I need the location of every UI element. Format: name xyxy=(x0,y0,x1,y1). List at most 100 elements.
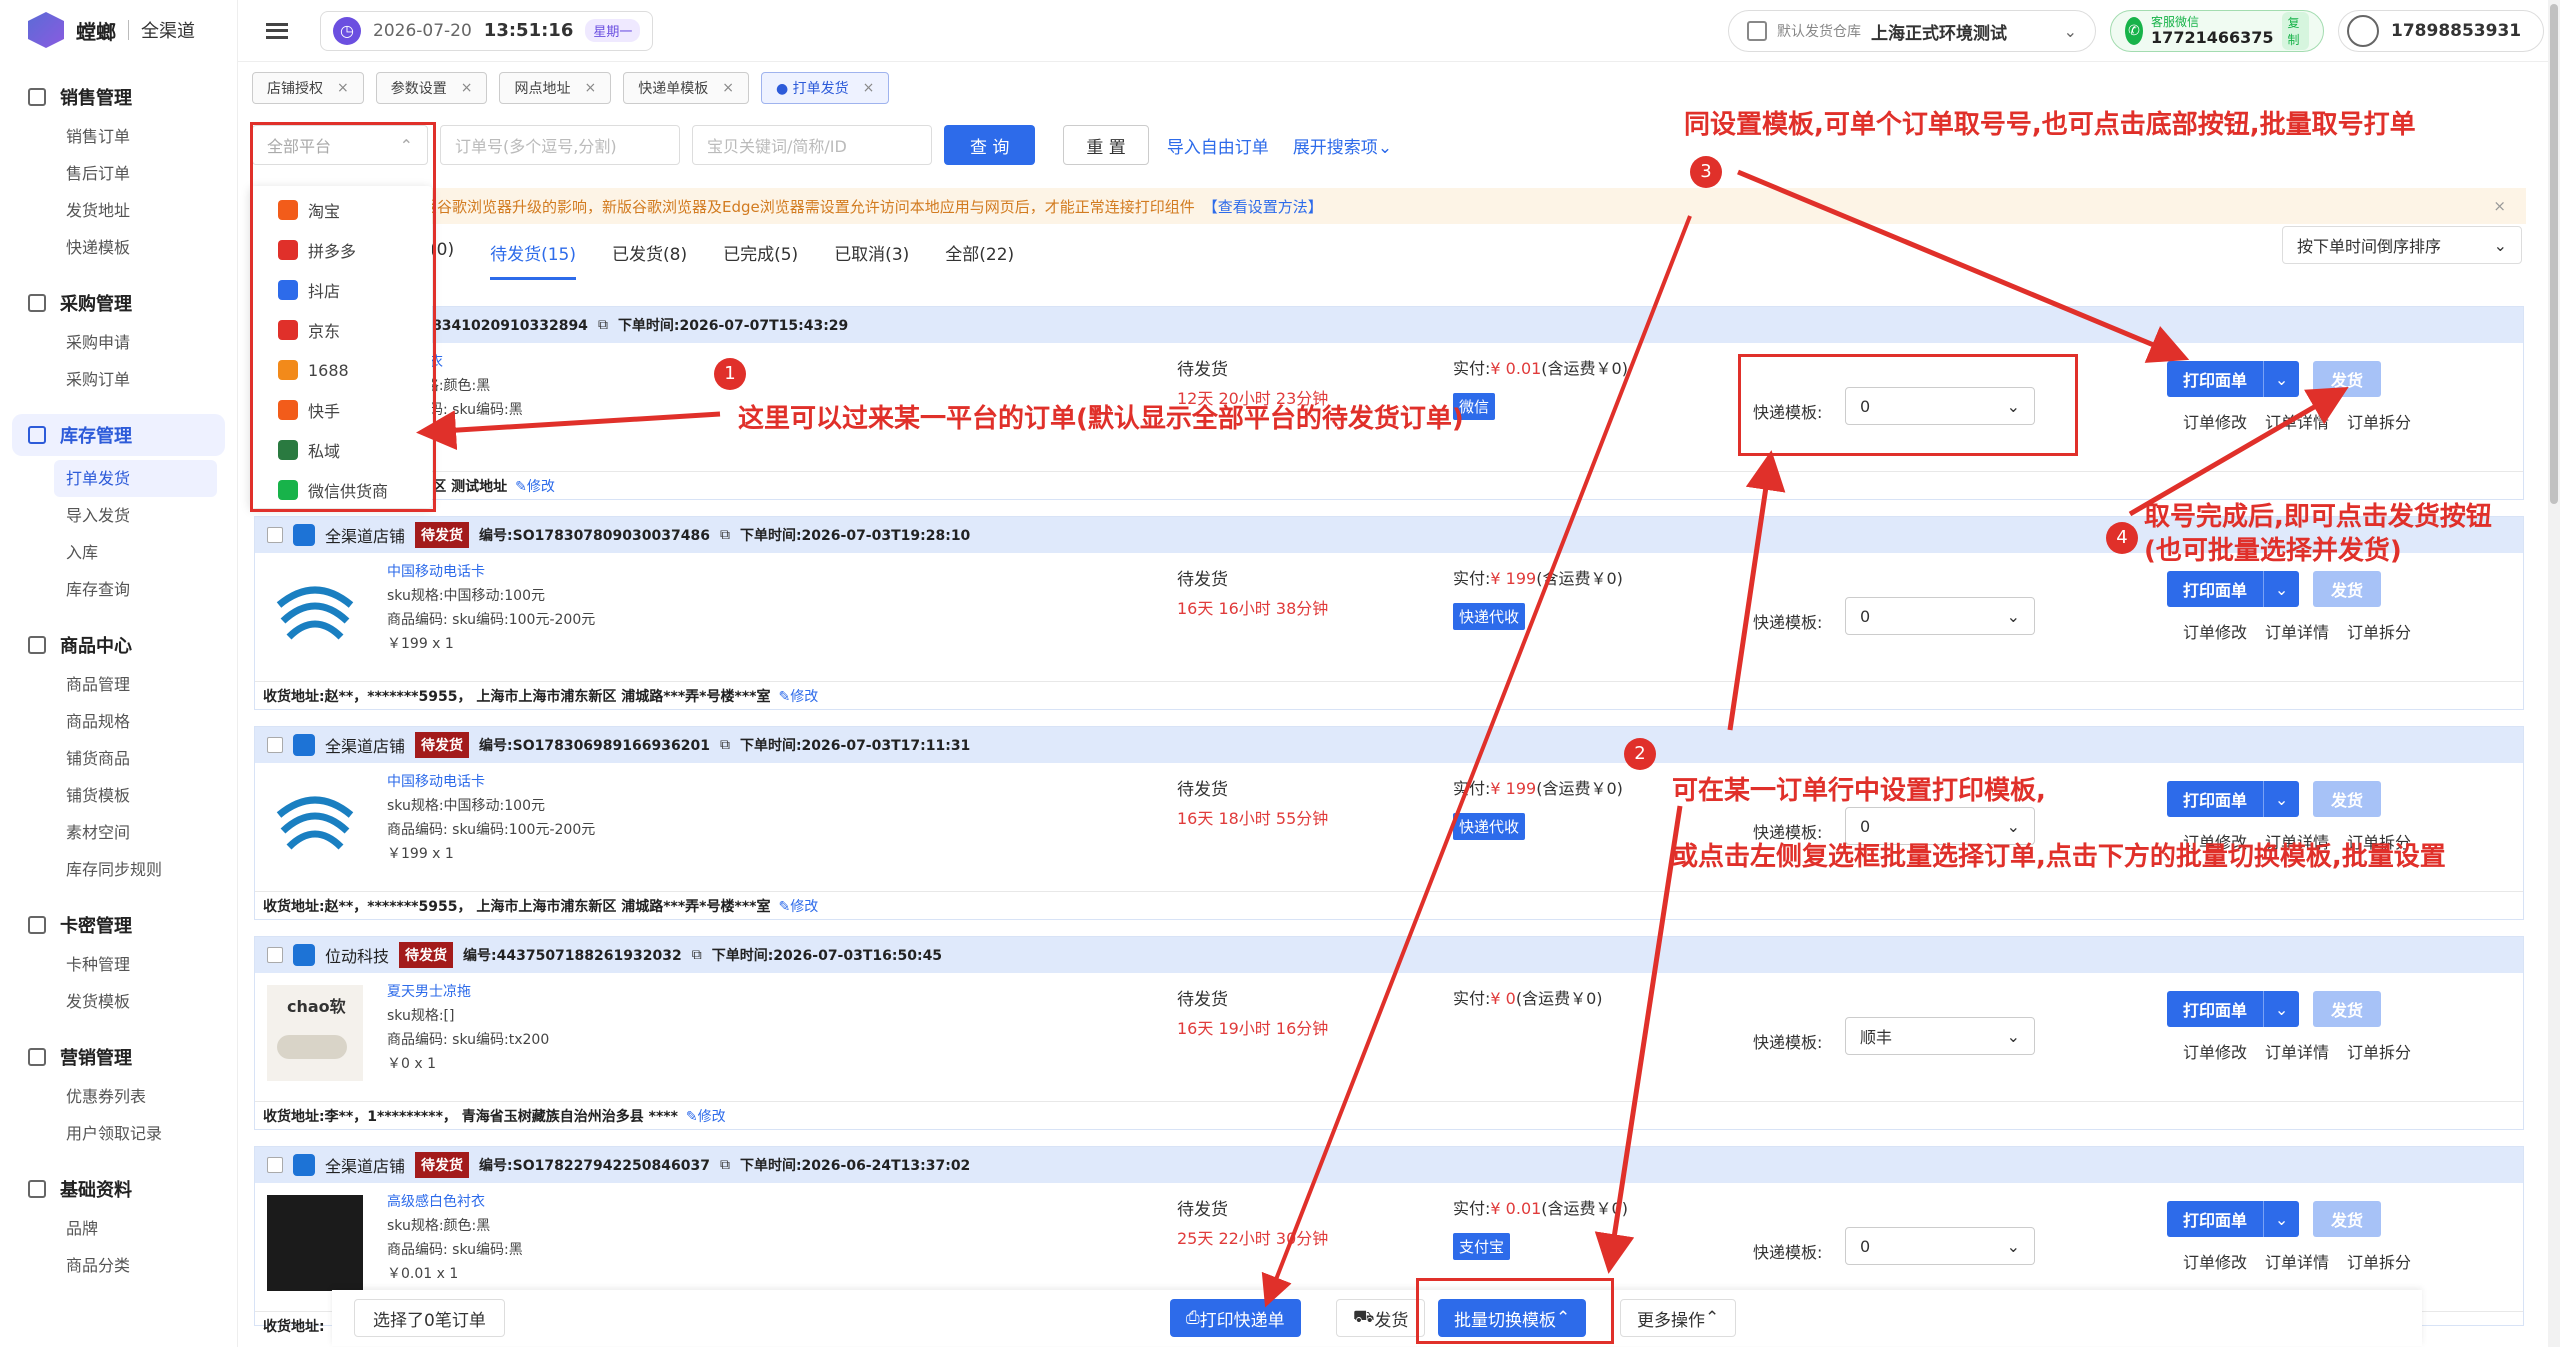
sidebar-item[interactable]: 库存同步规则 xyxy=(0,851,237,888)
sidebar-item[interactable]: 素材空间 xyxy=(0,814,237,851)
order-split-link[interactable]: 订单拆分 xyxy=(2347,1039,2411,1063)
bottom-ship-button[interactable]: ⛟ 发货 xyxy=(1336,1299,1426,1337)
sidebar-item[interactable]: 铺货模板 xyxy=(0,777,237,814)
close-icon[interactable]: × xyxy=(337,80,349,96)
expand-search-link[interactable]: 展开搜索项⌄ xyxy=(1287,133,1398,158)
order-split-link[interactable]: 订单拆分 xyxy=(2347,619,2411,643)
sidebar-item[interactable]: 商品规格 xyxy=(0,703,237,740)
status-tab[interactable]: 待发货(15) xyxy=(490,240,576,280)
order-checkbox[interactable] xyxy=(267,1157,283,1173)
menu-title[interactable]: 商品中心 xyxy=(0,624,237,666)
order-checkbox[interactable] xyxy=(267,947,283,963)
copy-icon[interactable]: ⧉ xyxy=(720,527,730,543)
edit-address-link[interactable]: ✎修改 xyxy=(686,1106,726,1126)
chevron-down-icon[interactable]: ⌄ xyxy=(2263,781,2300,817)
ship-button[interactable]: 发货 xyxy=(2313,361,2382,397)
print-waybill-button[interactable]: 打印面单 xyxy=(2167,361,2264,397)
sidebar-item[interactable]: 发货模板 xyxy=(0,983,237,1020)
sidebar-item[interactable]: 品牌 xyxy=(0,1210,237,1247)
sort-select[interactable]: 按下单时间倒序排序 ⌄ xyxy=(2282,226,2522,264)
copy-icon[interactable]: ⧉ xyxy=(720,737,730,753)
order-detail-link[interactable]: 订单详情 xyxy=(2265,1249,2329,1273)
query-button[interactable]: 查 询 xyxy=(944,125,1036,165)
scrollbar-thumb[interactable] xyxy=(2550,4,2558,504)
sidebar-item[interactable]: 用户领取记录 xyxy=(0,1115,237,1152)
menu-title[interactable]: 基础资料 xyxy=(0,1168,237,1210)
template-select[interactable]: 0 ⌄ xyxy=(1845,597,2035,635)
menu-toggle-icon[interactable] xyxy=(266,22,288,39)
menu-title[interactable]: 库存管理 xyxy=(12,414,225,456)
order-detail-link[interactable]: 订单详情 xyxy=(2265,1039,2329,1063)
order-modify-link[interactable]: 订单修改 xyxy=(2183,1249,2247,1273)
print-waybill-button[interactable]: 打印面单 xyxy=(2167,991,2264,1027)
order-checkbox[interactable] xyxy=(267,527,283,543)
print-waybill-button[interactable]: 打印面单 xyxy=(2167,1201,2264,1237)
close-icon[interactable]: × xyxy=(722,80,734,96)
import-free-order-link[interactable]: 导入自由订单 xyxy=(1161,133,1275,158)
page-tab[interactable]: 网点地址 × xyxy=(499,72,612,104)
copy-icon[interactable]: ⧉ xyxy=(598,317,608,333)
more-actions-button[interactable]: 更多操作 ⌃ xyxy=(1620,1299,1737,1337)
product-keyword-input[interactable]: 宝贝关键词/简称/ID xyxy=(692,125,932,165)
chevron-down-icon[interactable]: ⌄ xyxy=(2263,1201,2300,1237)
sidebar-item[interactable]: 采购申请 xyxy=(0,324,237,361)
product-name[interactable]: 中国移动电话卡 xyxy=(387,561,485,581)
template-select[interactable]: 顺丰 ⌄ xyxy=(1845,1017,2035,1055)
sidebar-item[interactable]: 商品管理 xyxy=(0,666,237,703)
template-select[interactable]: 0 ⌄ xyxy=(1845,1227,2035,1265)
ship-button[interactable]: 发货 xyxy=(2313,1201,2382,1237)
page-tab[interactable]: 店铺授权 × xyxy=(252,72,364,104)
sidebar-item[interactable]: 快递模板 xyxy=(0,229,237,266)
order-detail-link[interactable]: 订单详情 xyxy=(2265,619,2329,643)
print-waybill-button[interactable]: 打印面单 xyxy=(2167,571,2264,607)
sidebar-item[interactable]: 库存查询 xyxy=(0,571,237,608)
close-icon[interactable]: × xyxy=(863,80,875,96)
product-name[interactable]: 高级感白色衬衣 xyxy=(387,1191,485,1211)
user-menu[interactable]: 17898853931 xyxy=(2338,10,2544,52)
status-tab[interactable]: 已发货(8) xyxy=(612,240,687,280)
edit-address-link[interactable]: ✎修改 xyxy=(778,686,818,706)
order-split-link[interactable]: 订单拆分 xyxy=(2347,1249,2411,1273)
sidebar-item[interactable]: 打单发货 xyxy=(54,460,217,497)
chevron-down-icon[interactable]: ⌄ xyxy=(2263,571,2300,607)
status-tab[interactable]: 已完成(5) xyxy=(723,240,798,280)
edit-address-link[interactable]: ✎修改 xyxy=(515,476,555,496)
order-no-input[interactable]: 订单号(多个逗号,分割) xyxy=(440,125,680,165)
scrollbar[interactable] xyxy=(2548,0,2560,1347)
order-checkbox[interactable] xyxy=(267,737,283,753)
sidebar-item[interactable]: 发货地址 xyxy=(0,192,237,229)
warehouse-select[interactable]: 默认发货仓库 上海正式环境测试 ⌄ xyxy=(1728,10,2096,52)
status-tab[interactable]: 全部(22) xyxy=(945,240,1014,280)
close-icon[interactable]: × xyxy=(461,80,473,96)
sidebar-item[interactable]: 销售订单 xyxy=(0,118,237,155)
order-modify-link[interactable]: 订单修改 xyxy=(2183,1039,2247,1063)
print-waybill-button[interactable]: 打印面单 xyxy=(2167,781,2264,817)
notice-link[interactable]: 【查看设置方法】 xyxy=(1203,196,1323,217)
sidebar-item[interactable]: 卡种管理 xyxy=(0,946,237,983)
sidebar-item[interactable]: 售后订单 xyxy=(0,155,237,192)
copy-icon[interactable]: ⧉ xyxy=(692,947,702,963)
sidebar-item[interactable]: 导入发货 xyxy=(0,497,237,534)
ship-button[interactable]: 发货 xyxy=(2313,991,2382,1027)
copy-button[interactable]: 复制 xyxy=(2281,12,2309,50)
order-modify-link[interactable]: 订单修改 xyxy=(2183,409,2247,433)
order-split-link[interactable]: 订单拆分 xyxy=(2347,409,2411,433)
ship-button[interactable]: 发货 xyxy=(2313,571,2382,607)
page-tab[interactable]: 快递单模板 × xyxy=(623,72,749,104)
page-tab[interactable]: ● 打单发货 × xyxy=(760,72,890,104)
order-detail-link[interactable]: 订单详情 xyxy=(2265,409,2329,433)
print-express-button[interactable]: ⎙ 打印快递单 xyxy=(1170,1299,1301,1337)
menu-title[interactable]: 卡密管理 xyxy=(0,904,237,946)
sidebar-item[interactable]: 入库 xyxy=(0,534,237,571)
close-icon[interactable]: × xyxy=(584,80,596,96)
menu-title[interactable]: 采购管理 xyxy=(0,282,237,324)
sidebar-item[interactable]: 采购订单 xyxy=(0,361,237,398)
ship-button[interactable]: 发货 xyxy=(2313,781,2382,817)
chevron-down-icon[interactable]: ⌄ xyxy=(2263,361,2300,397)
chevron-down-icon[interactable]: ⌄ xyxy=(2263,991,2300,1027)
page-tab[interactable]: 参数设置 × xyxy=(375,72,488,104)
product-name[interactable]: 中国移动电话卡 xyxy=(387,771,485,791)
sidebar-item[interactable]: 商品分类 xyxy=(0,1247,237,1284)
sidebar-item[interactable]: 铺货商品 xyxy=(0,740,237,777)
menu-title[interactable]: 销售管理 xyxy=(0,76,237,118)
